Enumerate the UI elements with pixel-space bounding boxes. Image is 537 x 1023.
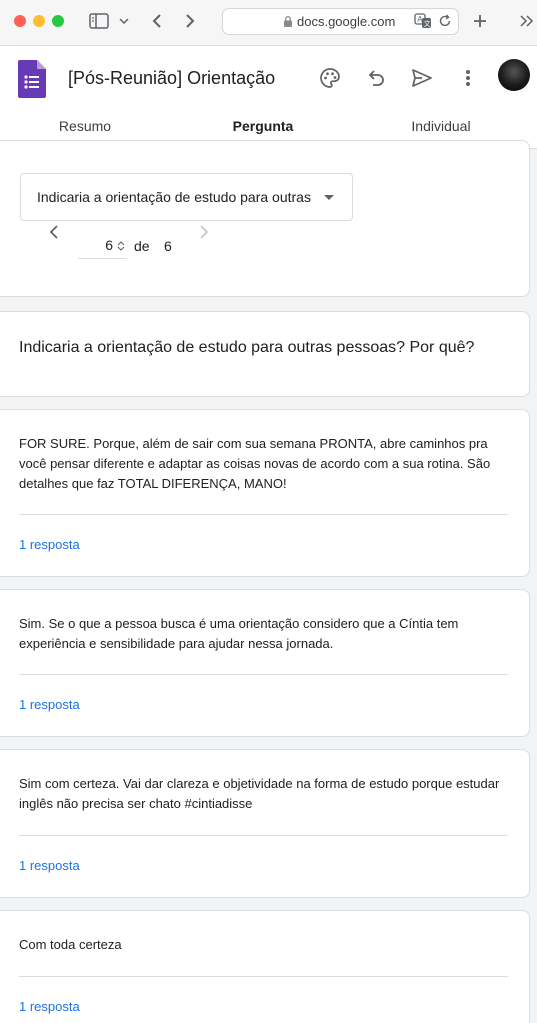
- response-count: 1 resposta: [19, 697, 80, 712]
- send-icon[interactable]: [408, 64, 436, 92]
- of-label: de: [134, 238, 150, 254]
- google-forms-logo-icon[interactable]: [18, 60, 46, 98]
- divider: [19, 674, 508, 675]
- current-question-number: 6: [105, 237, 113, 253]
- more-vert-icon[interactable]: [454, 64, 482, 92]
- forward-icon[interactable]: [181, 8, 199, 34]
- reload-icon[interactable]: [438, 14, 452, 31]
- total-questions: 6: [164, 238, 172, 254]
- divider: [19, 976, 508, 977]
- dropdown-arrow-icon: [324, 195, 334, 200]
- answer-text: Com toda certeza: [19, 937, 122, 952]
- answer-text: FOR SURE. Porque, além de sair com sua s…: [19, 436, 491, 491]
- question-title-card: Indicaria a orientação de estudo para ou…: [0, 311, 530, 397]
- answer-text: Sim. Se o que a pessoa busca é uma orien…: [19, 616, 459, 651]
- divider: [19, 514, 508, 515]
- response-count: 1 resposta: [19, 858, 80, 873]
- close-window-button[interactable]: [14, 15, 26, 27]
- question-number-stepper[interactable]: 6: [78, 237, 127, 259]
- tab-pergunta[interactable]: Pergunta: [233, 118, 294, 134]
- question-select[interactable]: Indicaria a orientação de estudo para ou…: [20, 173, 353, 221]
- question-title: Indicaria a orientação de estudo para ou…: [19, 339, 475, 356]
- previous-question-button[interactable]: [49, 225, 59, 242]
- question-selector-card: Indicaria a orientação de estudo para ou…: [0, 140, 530, 297]
- minimize-window-button[interactable]: [33, 15, 45, 27]
- more-tabs-icon[interactable]: [519, 8, 535, 34]
- sidebar-icon[interactable]: [88, 8, 110, 34]
- svg-text:文: 文: [424, 19, 431, 28]
- app-header: [Pós-Reunião] Orientação Resumo Pergunta…: [0, 46, 537, 149]
- tab-individual[interactable]: Individual: [411, 118, 470, 134]
- url-text: docs.google.com: [297, 14, 396, 29]
- new-tab-icon[interactable]: [470, 8, 490, 34]
- address-bar[interactable]: docs.google.com A文: [222, 8, 459, 35]
- chevron-down-icon[interactable]: [118, 8, 130, 34]
- back-icon[interactable]: [148, 8, 166, 34]
- answer-card: FOR SURE. Porque, além de sair com sua s…: [0, 409, 530, 577]
- response-count: 1 resposta: [19, 537, 80, 552]
- lock-icon: [283, 15, 293, 31]
- next-question-button[interactable]: [199, 225, 209, 242]
- answer-text: Sim com certeza. Vai dar clareza e objet…: [19, 776, 500, 811]
- response-count: 1 resposta: [19, 999, 80, 1014]
- question-select-value: Indicaria a orientação de estudo para ou…: [37, 189, 311, 205]
- tab-resumo[interactable]: Resumo: [59, 118, 111, 134]
- zoom-window-button[interactable]: [52, 15, 64, 27]
- answer-card: Sim com certeza. Vai dar clareza e objet…: [0, 749, 530, 898]
- palette-icon[interactable]: [316, 64, 344, 92]
- browser-toolbar: docs.google.com A文: [0, 0, 537, 46]
- divider: [19, 835, 508, 836]
- form-title[interactable]: [Pós-Reunião] Orientação: [68, 68, 275, 89]
- answer-card: Sim. Se o que a pessoa busca é uma orien…: [0, 589, 530, 737]
- translate-icon[interactable]: A文: [414, 13, 432, 32]
- answer-card: Com toda certeza 1 resposta: [0, 910, 530, 1023]
- avatar[interactable]: [498, 59, 530, 91]
- undo-icon[interactable]: [362, 64, 390, 92]
- stepper-arrows-icon[interactable]: [117, 239, 125, 255]
